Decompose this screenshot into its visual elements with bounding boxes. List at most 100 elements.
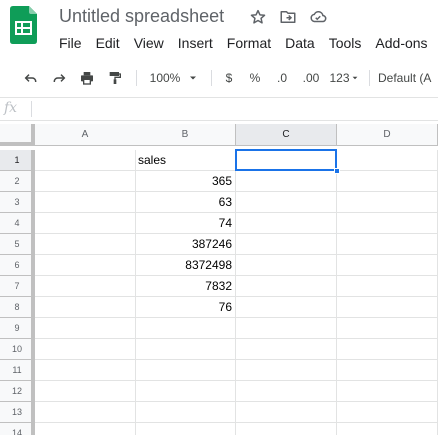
row-header-14[interactable]: 14 [0, 423, 35, 435]
cell-b6[interactable]: 8372498 [135, 255, 236, 276]
redo-button[interactable] [48, 62, 70, 94]
decrease-decimal-button[interactable]: .0 [269, 62, 295, 94]
cell-b1[interactable]: sales [135, 150, 236, 171]
row-header-5[interactable]: 5 [0, 234, 35, 255]
cell-b12[interactable] [135, 381, 236, 402]
document-title[interactable]: Untitled spreadsheet [59, 6, 224, 27]
star-icon[interactable] [249, 8, 267, 26]
cell-c2[interactable] [236, 171, 337, 192]
menu-insert[interactable]: Insert [171, 33, 220, 53]
cell-d13[interactable] [337, 402, 438, 423]
cell-c13[interactable] [236, 402, 337, 423]
row-header-8[interactable]: 8 [0, 297, 35, 318]
cell-a14[interactable] [35, 423, 136, 435]
cell-c9[interactable] [236, 318, 337, 339]
cell-b10[interactable] [135, 339, 236, 360]
row-header-7[interactable]: 7 [0, 276, 35, 297]
frozen-column-divider[interactable] [31, 150, 35, 435]
row-header-3[interactable]: 3 [0, 192, 35, 213]
menu-format[interactable]: Format [220, 33, 278, 53]
cell-d9[interactable] [337, 318, 438, 339]
cloud-status-icon[interactable] [309, 8, 327, 26]
cell-b9[interactable] [135, 318, 236, 339]
cell-a4[interactable] [35, 213, 136, 234]
cell-c10[interactable] [236, 339, 337, 360]
cell-a1[interactable] [35, 150, 136, 171]
cell-a9[interactable] [35, 318, 136, 339]
percent-format-button[interactable]: % [244, 62, 266, 94]
row-header-13[interactable]: 13 [0, 402, 35, 423]
menu-addons[interactable]: Add-ons [368, 33, 434, 53]
cell-b2[interactable]: 365 [135, 171, 236, 192]
cell-d14[interactable] [337, 423, 438, 435]
cell-d1[interactable] [337, 150, 438, 171]
cell-a6[interactable] [35, 255, 136, 276]
row-header-9[interactable]: 9 [0, 318, 35, 339]
cell-b13[interactable] [135, 402, 236, 423]
cell-d2[interactable] [337, 171, 438, 192]
row-header-4[interactable]: 4 [0, 213, 35, 234]
cell-a7[interactable] [35, 276, 136, 297]
cell-c5[interactable] [236, 234, 337, 255]
cell-d11[interactable] [337, 360, 438, 381]
cell-a5[interactable] [35, 234, 136, 255]
cell-b11[interactable] [135, 360, 236, 381]
cell-c11[interactable] [236, 360, 337, 381]
row-header-12[interactable]: 12 [0, 381, 35, 402]
cell-b4[interactable]: 74 [135, 213, 236, 234]
move-folder-icon[interactable] [279, 8, 297, 26]
cell-c7[interactable] [236, 276, 337, 297]
cell-d4[interactable] [337, 213, 438, 234]
cell-b14[interactable] [135, 423, 236, 435]
cell-c1[interactable] [236, 150, 337, 171]
undo-button[interactable] [20, 62, 42, 94]
cell-d3[interactable] [337, 192, 438, 213]
cell-a10[interactable] [35, 339, 136, 360]
row-header-1[interactable]: 1 [0, 150, 35, 171]
cell-d10[interactable] [337, 339, 438, 360]
increase-decimal-button[interactable]: .00 [297, 62, 325, 94]
menu-tools[interactable]: Tools [322, 33, 369, 53]
menu-view[interactable]: View [127, 33, 171, 53]
cell-c14[interactable] [236, 423, 337, 435]
cell-c8[interactable] [236, 297, 337, 318]
column-header-c[interactable]: C [236, 124, 337, 146]
cell-b7[interactable]: 7832 [135, 276, 236, 297]
row-header-10[interactable]: 10 [0, 339, 35, 360]
cell-c4[interactable] [236, 213, 337, 234]
cell-d12[interactable] [337, 381, 438, 402]
row-header-6[interactable]: 6 [0, 255, 35, 276]
cell-a2[interactable] [35, 171, 136, 192]
cell-c3[interactable] [236, 192, 337, 213]
cell-c12[interactable] [236, 381, 337, 402]
cell-d5[interactable] [337, 234, 438, 255]
cell-c6[interactable] [236, 255, 337, 276]
cell-a8[interactable] [35, 297, 136, 318]
cell-a3[interactable] [35, 192, 136, 213]
row-header-11[interactable]: 11 [0, 360, 35, 381]
column-header-a[interactable]: A [35, 124, 136, 146]
fill-handle[interactable] [334, 168, 340, 174]
menu-data[interactable]: Data [278, 33, 322, 53]
sheets-logo-icon[interactable] [10, 6, 37, 44]
cell-b5[interactable]: 387246 [135, 234, 236, 255]
column-header-b[interactable]: B [135, 124, 236, 146]
cell-d6[interactable] [337, 255, 438, 276]
cell-a11[interactable] [35, 360, 136, 381]
currency-format-button[interactable]: $ [219, 62, 239, 94]
cell-b8[interactable]: 76 [135, 297, 236, 318]
select-all-corner[interactable] [0, 124, 35, 146]
font-family-select[interactable]: Default (A [378, 62, 438, 94]
cell-a12[interactable] [35, 381, 136, 402]
menu-file[interactable]: File [52, 33, 89, 53]
cell-d8[interactable] [337, 297, 438, 318]
formula-input[interactable] [36, 100, 438, 118]
column-header-d[interactable]: D [337, 124, 438, 146]
spreadsheet-grid[interactable]: A B C D 1 sales 2 365 3 63 4 74 5 387246 6 8372498 7 7832… [0, 124, 438, 435]
cell-a13[interactable] [35, 402, 136, 423]
cell-b3[interactable]: 63 [135, 192, 236, 213]
more-formats-button[interactable]: 123 [326, 62, 362, 94]
paint-format-button[interactable] [104, 62, 126, 94]
cell-d7[interactable] [337, 276, 438, 297]
print-button[interactable] [76, 62, 98, 94]
